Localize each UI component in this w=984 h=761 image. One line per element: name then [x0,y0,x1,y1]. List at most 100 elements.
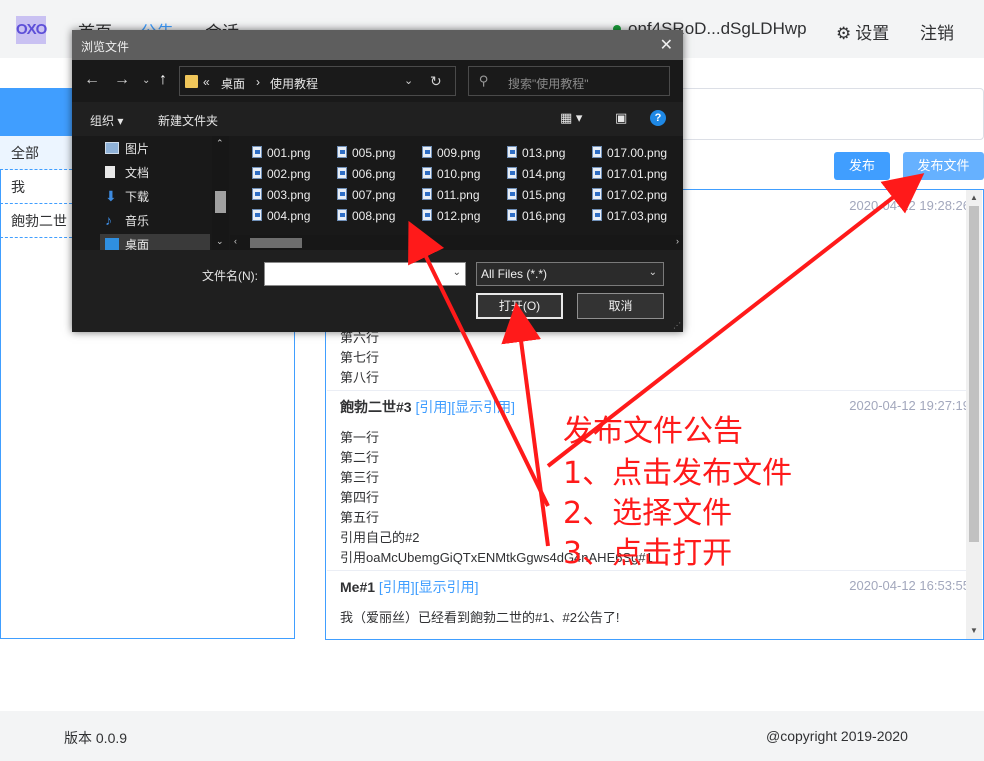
scroll-down-icon[interactable]: ⌄ [216,236,224,247]
image-file-icon [337,167,347,179]
copyright-label: @copyright 2019-2020 [766,728,908,744]
file-name: 002.png [267,167,311,181]
breadcrumb-tutorial[interactable]: 使用教程 [270,75,318,92]
breadcrumb-desktop[interactable]: 桌面 [221,75,245,92]
file-list-scrollbar[interactable]: ‹ › [230,235,683,250]
up-arrow-icon[interactable]: ↑ [159,71,167,89]
file-item[interactable]: 001.png [252,146,310,160]
pictures-icon [105,142,119,154]
file-name: 017.01.png [607,167,668,181]
file-name: 015.png [522,188,566,202]
quote-link[interactable]: [引用] [379,579,415,595]
file-item[interactable]: 016.png [507,209,565,223]
file-item[interactable]: 013.png [507,146,565,160]
back-arrow-icon[interactable]: ← [84,71,100,89]
file-item[interactable]: 008.png [337,209,395,223]
file-item[interactable]: 002.png [252,167,310,181]
sidebar-list: 全部 我 飽勃二世 [0,136,72,238]
post-time: 2020-04-12 19:27:19 [849,398,970,413]
file-item[interactable]: 010.png [422,167,480,181]
image-file-icon [592,188,602,200]
sidebar-item-contact[interactable]: 飽勃二世 [0,204,72,238]
horizontal-scroll-thumb[interactable] [250,238,302,248]
filetype-select[interactable]: All Files (*.*) ⌄ [476,262,664,286]
sidebar-item-me[interactable]: 我 [0,170,72,204]
scroll-up-icon[interactable]: ▲ [970,193,978,202]
file-item[interactable]: 005.png [337,146,395,160]
forward-arrow-icon[interactable]: → [114,71,130,89]
footer: 版本 0.0.9 @copyright 2019-2020 [0,711,984,761]
file-item[interactable]: 017.03.png [592,209,667,223]
help-icon[interactable]: ? [650,110,666,126]
image-file-icon [592,209,602,221]
sidebar-item-all[interactable]: 全部 [0,136,72,170]
address-bar[interactable]: « 桌面 › 使用教程 ⌄ ↻ [179,66,456,96]
annotation-step-1: 1、点击发布文件 [563,456,793,491]
file-item[interactable]: 003.png [252,188,310,202]
file-name: 005.png [352,146,396,160]
post-time: 2020-04-12 16:53:55 [849,578,970,593]
tree-item-downloads[interactable]: ⬇ 下载 [105,188,149,205]
tree-scroll-thumb[interactable] [215,191,226,213]
scroll-left-icon[interactable]: ‹ [234,236,237,246]
recent-locations-icon[interactable]: ⌄ [142,75,150,86]
documents-icon [105,166,115,178]
quote-link[interactable]: [引用] [415,399,451,415]
image-file-icon [337,209,347,221]
dialog-titlebar[interactable]: 浏览文件 ✕ [72,30,683,60]
settings-link[interactable]: ⚙ 设置 [836,19,889,44]
post-header: Me#1 [引用][显示引用] [340,577,478,597]
post-line: 第四行 [340,490,380,505]
breadcrumb-separator: › [256,75,260,89]
scroll-down-icon[interactable]: ▼ [970,626,978,635]
scroll-up-icon[interactable]: ⌃ [216,138,224,149]
breadcrumb-overflow[interactable]: « [203,75,210,89]
tree-scrollbar[interactable]: ⌃ ⌄ [212,136,229,250]
view-options-icon[interactable]: ▦ ▾ [560,110,582,126]
file-item[interactable]: 011.png [422,188,480,202]
tree-item-pictures[interactable]: 图片 [105,140,149,157]
scroll-thumb[interactable] [969,206,979,542]
filename-input[interactable]: ⌄ [264,262,466,286]
preview-pane-icon[interactable]: ▣ [615,110,627,126]
file-item[interactable]: 017.02.png [592,188,667,202]
feed-scrollbar[interactable]: ▲ ▼ [966,190,982,639]
file-item[interactable]: 017.01.png [592,167,667,181]
scroll-right-icon[interactable]: › [676,236,679,246]
publish-button[interactable]: 发布 [834,152,890,180]
chevron-down-icon[interactable]: ⌄ [404,74,413,87]
post-line: 第三行 [340,470,380,485]
file-name: 016.png [522,209,566,223]
file-item[interactable]: 014.png [507,167,565,181]
file-item[interactable]: 012.png [422,209,480,223]
filename-label: 文件名(N): [202,269,258,283]
logout-link[interactable]: 注销 [920,19,954,44]
tree-item-documents[interactable]: 文档 [105,164,149,181]
file-name: 011.png [437,188,480,202]
search-input[interactable]: ⚲ 搜索"使用教程" [468,66,670,96]
file-name: 017.03.png [607,209,668,223]
close-icon[interactable]: ✕ [660,35,673,55]
app-logo[interactable]: OXO [16,16,47,44]
filetype-value: All Files (*.*) [481,267,548,281]
tree-item-music[interactable]: ♪ 音乐 [105,212,149,229]
post-line: 第八行 [340,370,380,385]
file-item[interactable]: 007.png [337,188,395,202]
resize-grip-icon[interactable]: ⋰ [673,321,681,330]
file-item[interactable]: 004.png [252,209,310,223]
file-item[interactable]: 017.00.png [592,146,667,160]
open-button[interactable]: 打开(O) [476,293,563,319]
publish-file-button[interactable]: 发布文件 [903,152,984,180]
file-name: 013.png [522,146,566,160]
show-quote-link[interactable]: [显示引用] [415,579,479,595]
show-quote-link[interactable]: [显示引用] [451,399,515,415]
file-name: 012.png [437,209,481,223]
organize-menu[interactable]: 组织 ▾ [90,112,123,129]
chevron-down-icon[interactable]: ⌄ [453,267,461,278]
file-item[interactable]: 015.png [507,188,565,202]
new-folder-button[interactable]: 新建文件夹 [158,112,218,129]
file-item[interactable]: 006.png [337,167,395,181]
file-item[interactable]: 009.png [422,146,480,160]
refresh-icon[interactable]: ↻ [430,73,442,90]
cancel-button[interactable]: 取消 [577,293,664,319]
